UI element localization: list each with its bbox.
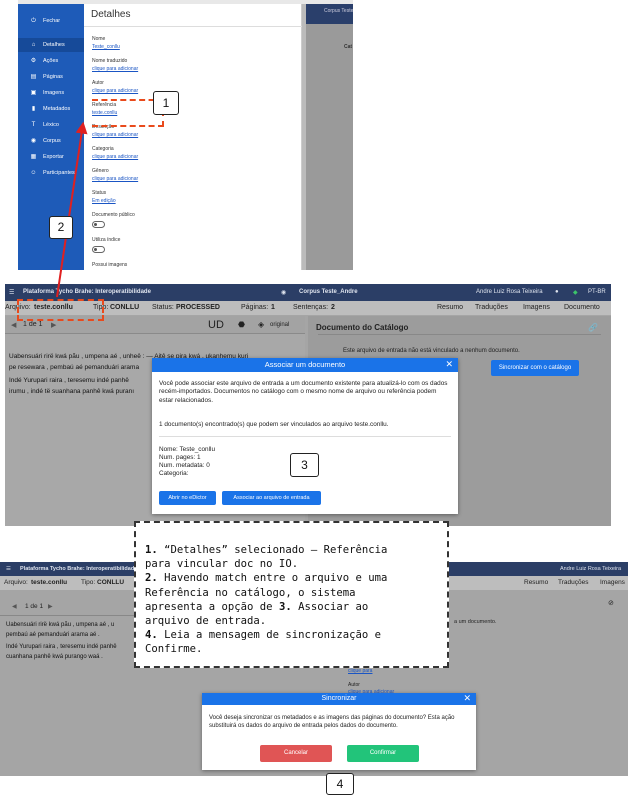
note-line: 2. Havendo match entre o arquivo e uma (145, 572, 388, 585)
note-line: apresenta a opção de 3. Associar ao (145, 600, 369, 613)
note-line: arquivo de entrada. (145, 615, 267, 628)
callout-1: 1 (153, 91, 179, 115)
instructions-box: 1. “Detalhes” selecionado – Referência p… (134, 521, 449, 668)
note-line: Confirme. (145, 643, 203, 656)
note-line: 1. “Detalhes” selecionado – Referência (145, 544, 388, 556)
callout-4: 4 (326, 773, 354, 795)
arrow-line (56, 121, 88, 298)
note-line: Referência no catálogo, o sistema (145, 586, 356, 599)
callout-3: 3 (290, 453, 319, 477)
annotation-arrows (56, 121, 88, 298)
callout-2: 2 (49, 216, 73, 239)
note-line: 4. Leia a mensagem de sincronização e (145, 629, 381, 642)
note-line: para vincular doc no IO. (145, 558, 299, 571)
